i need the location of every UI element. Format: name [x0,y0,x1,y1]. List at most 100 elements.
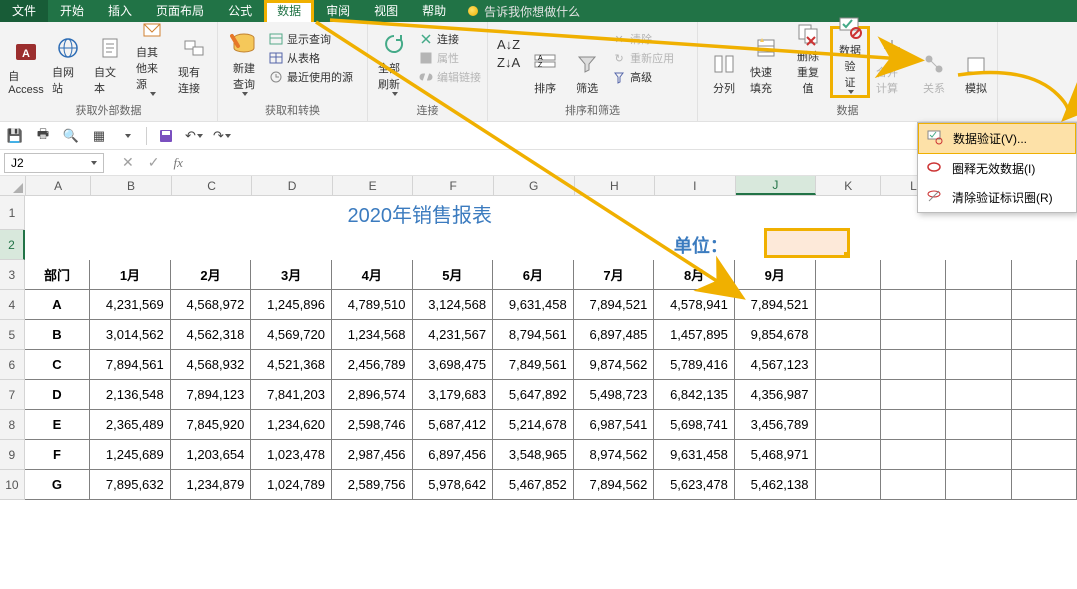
sort-button[interactable]: AZ排序 [525,26,565,98]
cell[interactable] [881,380,946,410]
col-header-F[interactable]: F [413,176,494,195]
value-cell[interactable]: 4,231,567 [413,320,494,350]
value-cell[interactable]: 1,234,568 [332,320,413,350]
from-text-button[interactable]: 自文本 [90,26,130,98]
value-cell[interactable]: 9,631,458 [493,290,574,320]
qat-new-icon[interactable]: ▦ [88,125,110,147]
table-header[interactable]: 6月 [493,260,574,290]
dept-cell[interactable]: A [25,290,90,320]
menu-file[interactable]: 文件 [0,0,48,22]
qat-preview-icon[interactable]: 🔍 [60,125,82,147]
row-header-2[interactable]: 2 [0,230,25,260]
show-queries-button[interactable]: 显示查询 [266,30,356,48]
cell[interactable] [881,440,946,470]
table-header[interactable]: 3月 [251,260,332,290]
value-cell[interactable]: 1,245,689 [90,440,171,470]
col-header-B[interactable]: B [91,176,172,195]
sort-asc-button[interactable]: A↓Z [494,36,523,53]
cell[interactable] [816,410,881,440]
value-cell[interactable]: 5,467,852 [493,470,574,500]
filter-button[interactable]: 筛选 [567,26,607,98]
cell[interactable] [881,290,946,320]
value-cell[interactable]: 1,234,879 [171,470,252,500]
cell[interactable] [816,440,881,470]
value-cell[interactable]: 4,356,987 [735,380,816,410]
table-header[interactable]: 部门 [25,260,90,290]
cell[interactable] [1012,440,1077,470]
value-cell[interactable]: 1,457,895 [654,320,735,350]
cell[interactable] [881,320,946,350]
remove-duplicates-button[interactable]: 删除 重复值 [788,26,828,98]
value-cell[interactable]: 7,841,203 [251,380,332,410]
value-cell[interactable]: 4,568,932 [171,350,252,380]
value-cell[interactable]: 3,698,475 [413,350,494,380]
value-cell[interactable]: 2,456,789 [332,350,413,380]
menu-insert[interactable]: 插入 [96,0,144,22]
value-cell[interactable]: 3,014,562 [90,320,171,350]
value-cell[interactable]: 5,647,892 [493,380,574,410]
value-cell[interactable]: 4,578,941 [654,290,735,320]
cell[interactable] [946,440,1011,470]
value-cell[interactable]: 5,498,723 [574,380,655,410]
qat-save2-icon[interactable] [155,125,177,147]
recent-sources-button[interactable]: 最近使用的源 [266,68,356,86]
value-cell[interactable]: 4,569,720 [251,320,332,350]
value-cell[interactable]: 1,023,478 [251,440,332,470]
value-cell[interactable]: 9,874,562 [574,350,655,380]
col-header-C[interactable]: C [172,176,253,195]
dept-cell[interactable]: C [25,350,90,380]
value-cell[interactable]: 6,897,456 [413,440,494,470]
cell[interactable] [946,380,1011,410]
select-all-corner[interactable] [0,176,26,196]
value-cell[interactable]: 4,521,368 [251,350,332,380]
menu-formulas[interactable]: 公式 [216,0,264,22]
manage-model-button[interactable]: 模拟 [956,26,996,98]
cell[interactable] [1012,290,1077,320]
cell[interactable] [946,470,1011,500]
refresh-all-button[interactable]: 全部刷新 [374,26,414,98]
value-cell[interactable]: 3,124,568 [413,290,494,320]
value-cell[interactable]: 7,894,521 [735,290,816,320]
menu-view[interactable]: 视图 [362,0,410,22]
value-cell[interactable]: 2,136,548 [90,380,171,410]
value-cell[interactable]: 3,456,789 [735,410,816,440]
cell[interactable] [816,470,881,500]
cell[interactable] [946,320,1011,350]
col-header-I[interactable]: I [655,176,736,195]
dept-cell[interactable]: D [25,380,90,410]
cell[interactable] [1012,380,1077,410]
value-cell[interactable]: 7,894,123 [171,380,252,410]
advanced-filter-button[interactable]: 高级 [609,68,677,86]
cell[interactable] [946,260,1011,290]
value-cell[interactable]: 7,894,561 [90,350,171,380]
cell[interactable] [1012,260,1077,290]
from-other-button[interactable]: 自其他来源 [132,26,172,98]
value-cell[interactable]: 2,589,756 [332,470,413,500]
cell[interactable] [816,350,881,380]
row-header-3[interactable]: 3 [0,260,25,290]
value-cell[interactable]: 7,894,521 [574,290,655,320]
menu-data[interactable]: 数据 [264,0,314,22]
value-cell[interactable]: 3,179,683 [413,380,494,410]
table-header[interactable]: 7月 [574,260,655,290]
existing-connections-button[interactable]: 现有连接 [174,26,214,98]
dept-cell[interactable]: B [25,320,90,350]
value-cell[interactable]: 5,789,416 [654,350,735,380]
unit-label[interactable]: 单位： [653,230,734,260]
value-cell[interactable]: 5,623,478 [654,470,735,500]
cell[interactable] [880,230,946,260]
from-table-button[interactable]: 从表格 [266,49,356,67]
cell[interactable] [25,230,653,260]
value-cell[interactable]: 1,024,789 [251,470,332,500]
cell[interactable] [1012,410,1077,440]
cell[interactable] [946,350,1011,380]
col-header-K[interactable]: K [816,176,881,195]
cell[interactable] [816,260,881,290]
value-cell[interactable]: 7,894,562 [574,470,655,500]
value-cell[interactable]: 5,462,138 [735,470,816,500]
value-cell[interactable]: 4,567,123 [735,350,816,380]
menu-help[interactable]: 帮助 [410,0,458,22]
value-cell[interactable]: 1,203,654 [171,440,252,470]
row-header-1[interactable]: 1 [0,196,25,230]
col-header-E[interactable]: E [333,176,414,195]
